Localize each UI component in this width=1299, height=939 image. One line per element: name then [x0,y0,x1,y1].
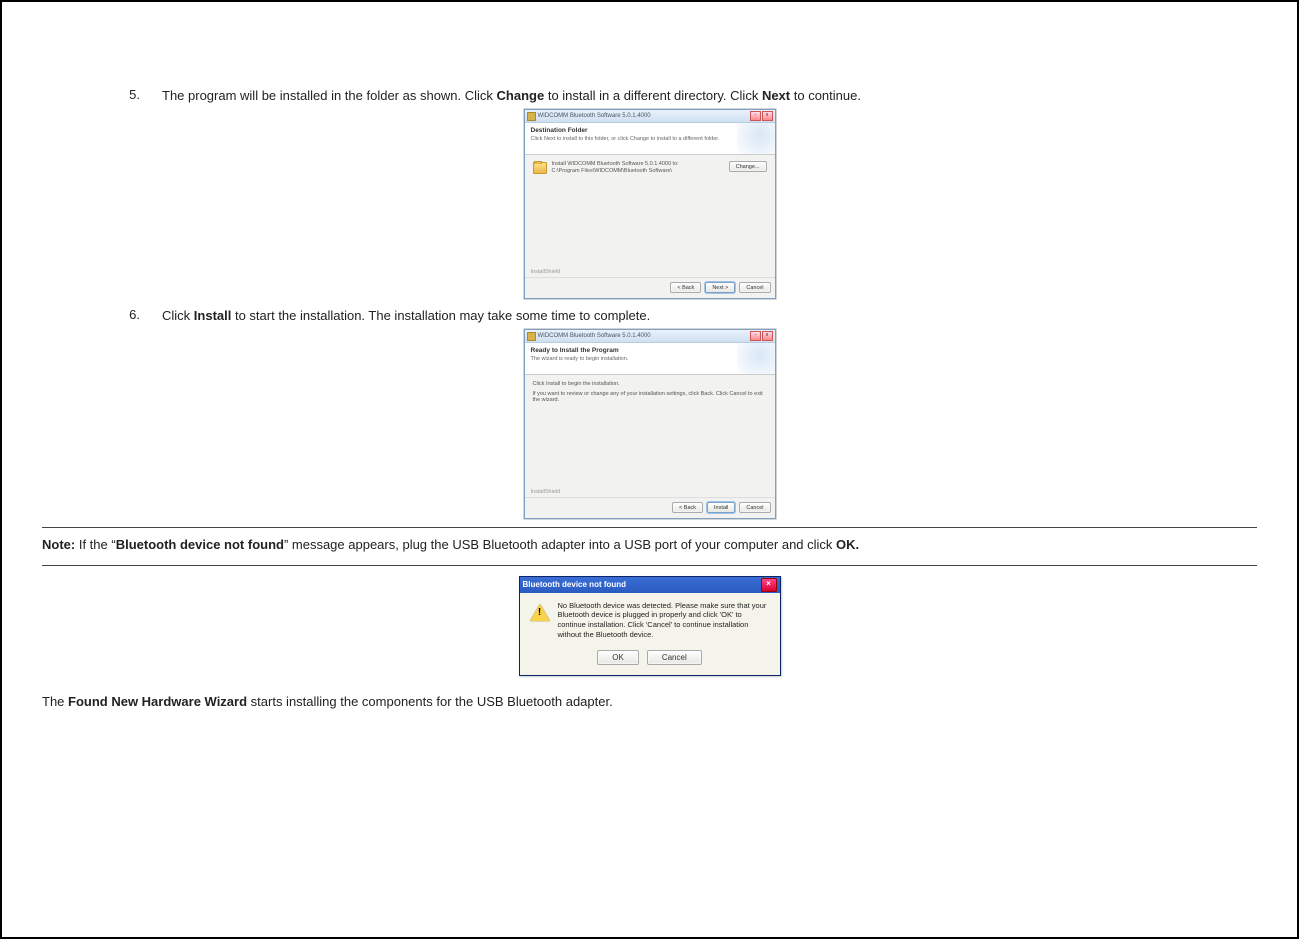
ok-button[interactable]: OK [597,650,639,665]
document-page: 5. The program will be installed in the … [0,0,1299,939]
alert-title: Bluetooth device not found [523,580,627,589]
dialog-body: Click Install to begin the installation.… [525,375,775,487]
installer-dialog-ready: WIDCOMM Bluetooth Software 5.0.1.4000 - … [524,329,776,519]
step-number: 6. [100,307,162,325]
status-label: InstallShield [525,487,775,497]
window-title: WIDCOMM Bluetooth Software 5.0.1.4000 [538,113,651,119]
body-line-2: If you want to review or change any of y… [533,391,767,403]
dialog-body: Install WIDCOMM Bluetooth Software 5.0.1… [525,155,775,267]
dialog-footer: < Back Install Cancel [525,497,775,518]
change-button[interactable]: Change... [729,161,767,172]
step-number: 5. [100,87,162,105]
dialog-header: Ready to Install the Program The wizard … [525,343,775,375]
app-icon [527,112,536,121]
alert-dialog: Bluetooth device not found × No Bluetoot… [519,576,781,676]
back-button[interactable]: < Back [670,282,701,293]
content-area: 5. The program will be installed in the … [42,32,1257,709]
folder-icon [533,162,547,174]
close-icon[interactable]: x [762,331,773,341]
final-paragraph: The Found New Hardware Wizard starts ins… [42,694,1257,709]
alert-button-row: OK Cancel [530,650,770,665]
installer-dialog-destination: WIDCOMM Bluetooth Software 5.0.1.4000 - … [524,109,776,299]
step-5: 5. The program will be installed in the … [42,87,1257,105]
titlebar: WIDCOMM Bluetooth Software 5.0.1.4000 - … [525,330,775,343]
install-button[interactable]: Install [707,502,735,513]
screenshot-alert: Bluetooth device not found × No Bluetoot… [42,576,1257,676]
alert-titlebar: Bluetooth device not found × [520,577,780,593]
header-title: Destination Folder [531,127,769,134]
body-line-1: Click Install to begin the installation. [533,381,767,387]
header-subtitle: The wizard is ready to begin installatio… [531,356,769,362]
header-subtitle: Click Next to install to this folder, or… [531,136,769,142]
titlebar: WIDCOMM Bluetooth Software 5.0.1.4000 - … [525,110,775,123]
dialog-header: Destination Folder Click Next to install… [525,123,775,155]
step-text: The program will be installed in the fol… [162,87,1257,105]
steps-list-2: 6. Click Install to start the installati… [42,307,1257,325]
minimize-icon[interactable]: - [750,331,761,341]
alert-body: No Bluetooth device was detected. Please… [520,593,780,675]
window-title: WIDCOMM Bluetooth Software 5.0.1.4000 [538,333,651,339]
minimize-icon[interactable]: - [750,111,761,121]
note-label: Note: [42,537,75,552]
step-6: 6. Click Install to start the installati… [42,307,1257,325]
close-icon[interactable]: × [761,578,777,592]
warning-icon [530,603,550,621]
note-block: Note: If the “Bluetooth device not found… [42,527,1257,565]
app-icon [527,332,536,341]
dialog-footer: < Back Next > Cancel [525,277,775,298]
window-buttons: - x [750,111,773,121]
screenshot-destination-folder: WIDCOMM Bluetooth Software 5.0.1.4000 - … [42,109,1257,299]
cancel-button[interactable]: Cancel [647,650,702,665]
steps-list: 5. The program will be installed in the … [42,87,1257,105]
window-buttons: - x [750,331,773,341]
status-label: InstallShield [525,267,775,277]
back-button[interactable]: < Back [672,502,703,513]
alert-message: No Bluetooth device was detected. Please… [558,601,770,640]
destination-text: Install WIDCOMM Bluetooth Software 5.0.1… [552,161,720,175]
step-text: Click Install to start the installation.… [162,307,1257,325]
screenshot-ready-install: WIDCOMM Bluetooth Software 5.0.1.4000 - … [42,329,1257,519]
header-title: Ready to Install the Program [531,347,769,354]
next-button[interactable]: Next > [705,282,735,293]
close-icon[interactable]: x [762,111,773,121]
cancel-button[interactable]: Cancel [739,282,770,293]
cancel-button[interactable]: Cancel [739,502,770,513]
